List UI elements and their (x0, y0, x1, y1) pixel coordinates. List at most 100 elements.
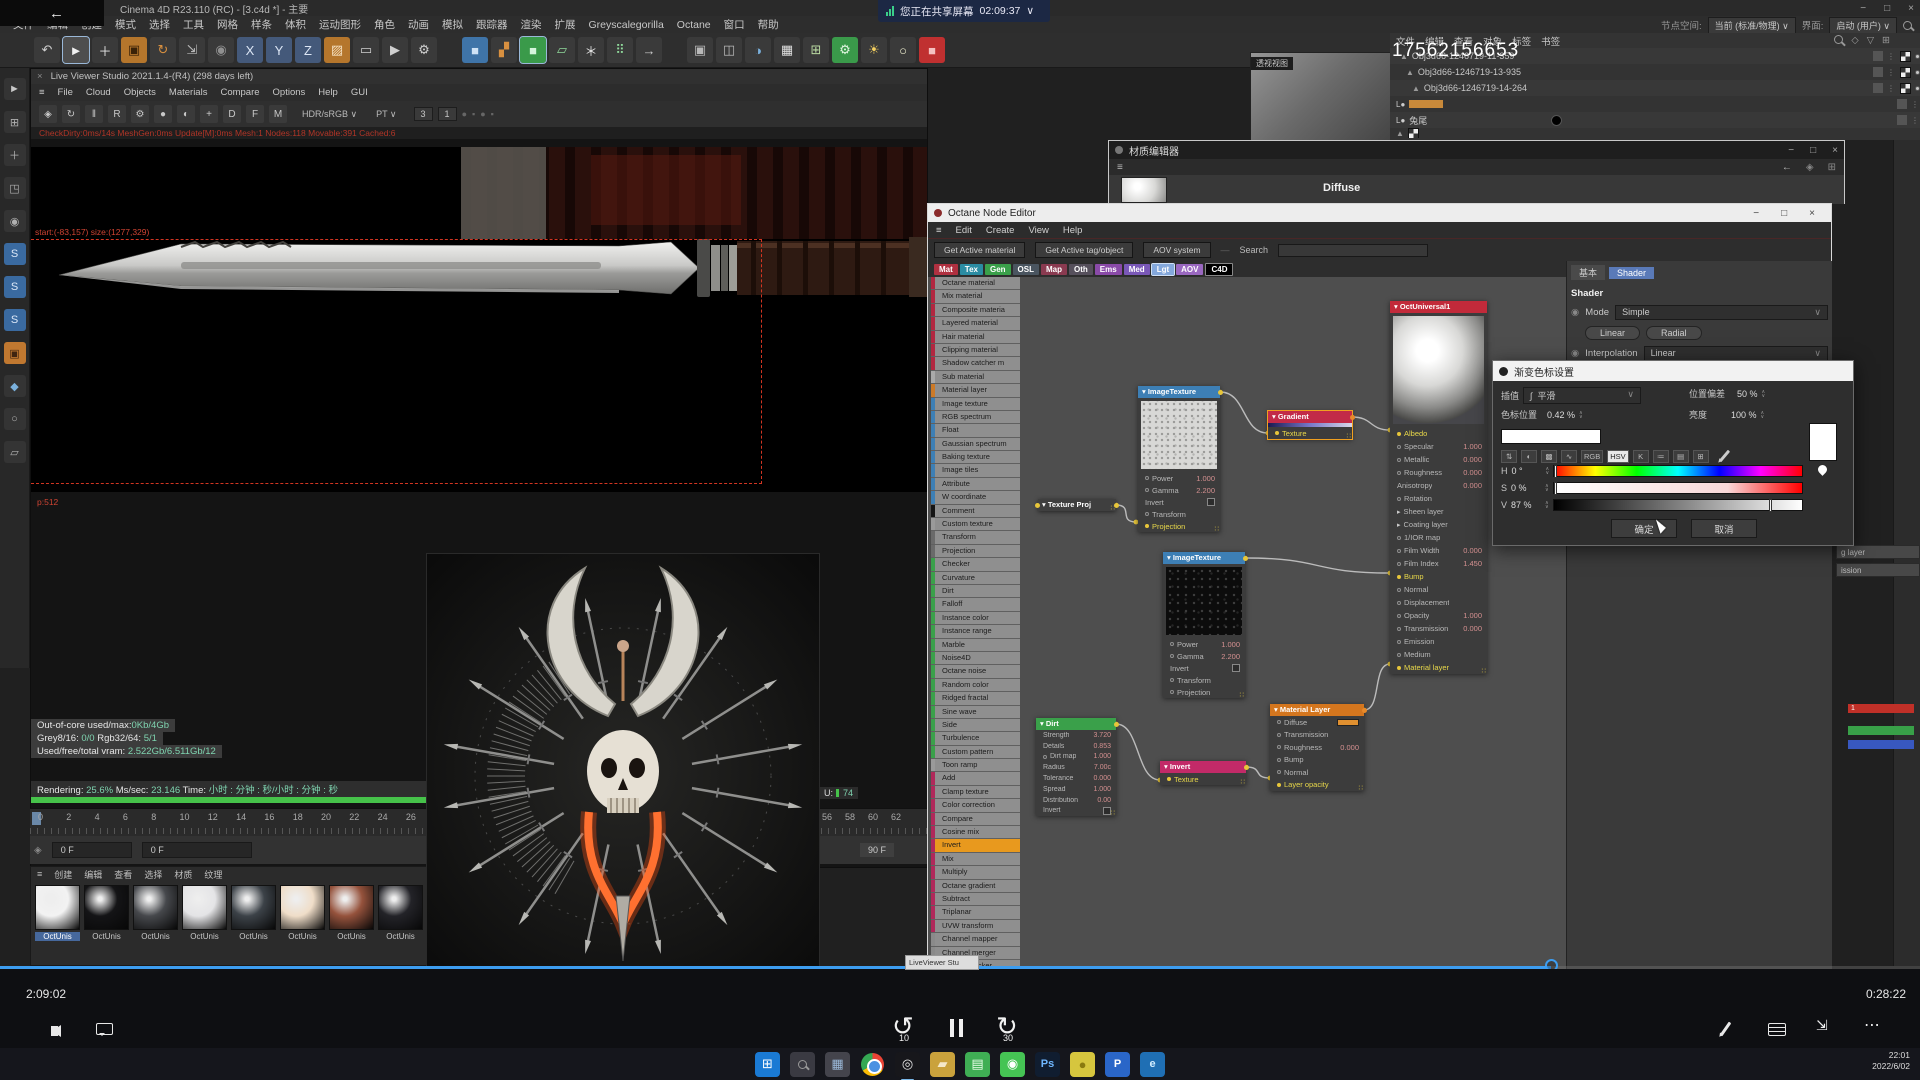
mm-menu-纹理[interactable]: 纹理 (204, 868, 222, 881)
param-projection[interactable]: Projection (1138, 520, 1220, 532)
taskbar-icon-widgets[interactable]: ▦ (825, 1052, 850, 1077)
layout-icon[interactable]: ⊞ (1882, 35, 1890, 46)
hamburger-icon[interactable]: ≡ (37, 869, 42, 879)
node-type-noise4d[interactable]: Noise4D (931, 652, 1020, 664)
node-header[interactable]: ▾ ImageTexture (1138, 386, 1220, 398)
mm-menu-编辑[interactable]: 编辑 (84, 868, 102, 881)
param-material-layer[interactable]: Material layer (1390, 661, 1487, 674)
node-type-channel-inverter[interactable]: Channel inverter (931, 973, 1020, 985)
node-type-instance-color[interactable]: Instance color (931, 612, 1020, 624)
interpolation-dropdown[interactable]: ∫ 平滑∨ (1523, 387, 1641, 404)
toolbar-icon-scale[interactable]: ⇲ (179, 37, 205, 63)
frame-end-field[interactable]: 90 F (860, 843, 894, 857)
node-type-image-texture[interactable]: Image texture (931, 398, 1020, 410)
menu-工具[interactable]: 工具 (183, 17, 204, 32)
node-type-projection[interactable]: Projection (931, 545, 1020, 557)
lv-menu-cloud[interactable]: Cloud (86, 87, 111, 98)
node-type-image-tiles[interactable]: Image tiles (931, 464, 1020, 476)
om-row-5[interactable]: ▲ (1390, 128, 1920, 138)
interpolation-dropdown[interactable]: Linear∨ (1644, 346, 1828, 361)
node-type-random-color[interactable]: Random color (931, 679, 1020, 691)
node-type-channel-mapper[interactable]: Channel mapper (931, 933, 1020, 945)
node-type-curvature[interactable]: Curvature (931, 572, 1020, 584)
param-power[interactable]: Power1.000 (1138, 472, 1220, 484)
left-toolbar-icon-grid[interactable]: ⊞ (4, 111, 26, 133)
node-type-sine-wave[interactable]: Sine wave (931, 706, 1020, 718)
value-value[interactable]: 87 % (1511, 500, 1541, 510)
toolbar-icon-environment-sphere[interactable]: ◑ (745, 37, 771, 63)
node-type-checker[interactable]: Checker (931, 558, 1020, 570)
taskbar-icon-recorder[interactable]: ◎ (895, 1052, 920, 1077)
node-header[interactable]: ▾ Gradient (1268, 411, 1352, 423)
node-imagetexture-2[interactable]: ▾ ImageTexturePower1.000Gamma2.200Invert… (1163, 552, 1245, 698)
colormode-≔[interactable]: ≔ (1653, 450, 1669, 463)
colormode-▤[interactable]: ▤ (1673, 450, 1689, 463)
stepper[interactable]: ∧∨ (1762, 390, 1766, 398)
toolbar-icon-selection-lock[interactable]: ◉ (208, 37, 234, 63)
left-toolbar-icon-region[interactable]: ◳ (4, 177, 26, 199)
node-type-ridged-fractal[interactable]: Ridged fractal (931, 692, 1020, 704)
param-anisotropy[interactable]: Anisotropy0.000 (1390, 479, 1487, 492)
left-toolbar-icon-blue-diamond[interactable]: ◆ (4, 375, 26, 397)
colormode-⇅[interactable]: ⇅ (1501, 450, 1517, 463)
om-menu-书签[interactable]: 书签 (1541, 34, 1560, 48)
material-preview-sphere[interactable] (1121, 177, 1167, 203)
lv-menu-options[interactable]: Options (273, 87, 306, 98)
taskbar-icon-notes[interactable]: ▤ (965, 1052, 990, 1077)
node-type-octane-gradient[interactable]: Octane gradient (931, 880, 1020, 892)
param-opacity[interactable]: Opacity1.000 (1390, 609, 1487, 622)
toolbar-icon-plane-green[interactable]: ▱ (549, 37, 575, 63)
om-row-4[interactable]: L●兔尾⋮ (1390, 112, 1920, 128)
material-thumb-3[interactable]: OctUnis (182, 885, 227, 941)
node-type-comment[interactable]: Comment (931, 505, 1020, 517)
taskbar-icon-explorer[interactable]: ▰ (930, 1052, 955, 1077)
left-toolbar-icon-sub-s1[interactable]: S (4, 243, 26, 265)
category-chip-Ems[interactable]: Ems (1095, 264, 1122, 275)
toolbar-icon-bulb[interactable]: ○ (890, 37, 916, 63)
param-radius[interactable]: Radius7.00c (1036, 762, 1116, 773)
toolbar-icon-axis-x[interactable]: X (237, 37, 263, 63)
ne-button-1[interactable]: Get Active tag/object (1035, 242, 1133, 258)
param-power[interactable]: Power1.000 (1163, 638, 1245, 650)
volume-button[interactable] (46, 1025, 61, 1037)
comment-button[interactable] (96, 1023, 113, 1035)
node-type-w-coordinate[interactable]: W coordinate (931, 491, 1020, 503)
node-type-triplanar[interactable]: Triplanar (931, 906, 1020, 918)
category-chip-Lgt[interactable]: Lgt (1152, 264, 1174, 275)
color-swatch[interactable] (1337, 719, 1359, 726)
node-type-mix[interactable]: Mix (931, 853, 1020, 865)
param-invert[interactable]: Invert (1163, 662, 1245, 674)
node-type-attribute[interactable]: Attribute (931, 478, 1020, 490)
toolbar-icon-live-selection[interactable]: ► (63, 37, 89, 63)
resize-handle[interactable]: ∷ (1111, 809, 1115, 817)
frame-current-field[interactable]: 0 F (142, 842, 252, 858)
param-dirt-map[interactable]: Dirt map1.000 (1036, 752, 1116, 763)
node-type-compare[interactable]: Compare (931, 813, 1020, 825)
ne-menu-create[interactable]: Create (986, 225, 1015, 236)
material-thumb-7[interactable]: OctUnis (378, 885, 423, 941)
node-type-octane-noise[interactable]: Octane noise (931, 665, 1020, 677)
toolbar-icon-sun[interactable]: ☀ (861, 37, 887, 63)
param-diffuse[interactable]: Diffuse (1270, 716, 1364, 729)
node-type-shadow-catcher-m[interactable]: Shadow catcher m (931, 357, 1020, 369)
layer-color-green[interactable] (1848, 726, 1914, 735)
param-tolerance[interactable]: Tolerance0.000 (1036, 773, 1116, 784)
left-toolbar-icon-orange-box[interactable]: ▣ (4, 342, 26, 364)
colormode-⊞[interactable]: ⊞ (1693, 450, 1709, 463)
lv-toolbar-icon-1[interactable]: ↻ (62, 105, 80, 123)
menu-Greyscalegorilla[interactable]: Greyscalegorilla (589, 19, 664, 31)
toolbar-icon-spline-arrow[interactable]: → (636, 37, 662, 63)
param-metallic[interactable]: Metallic0.000 (1390, 453, 1487, 466)
param-medium[interactable]: Medium (1390, 648, 1487, 661)
saturation-slider[interactable] (1553, 482, 1803, 494)
close-button[interactable]: × (1908, 3, 1914, 14)
ne-menu-help[interactable]: Help (1063, 225, 1083, 236)
toolbar-icon-axis-z[interactable]: Z (295, 37, 321, 63)
maximize-button[interactable]: □ (1884, 3, 1890, 14)
toolbar-icon-render-settings[interactable]: ⚙ (411, 37, 437, 63)
param-1/ior-map[interactable]: 1/IOR map (1390, 531, 1487, 544)
interface-dropdown[interactable]: 启动 (用户) ∨ (1829, 17, 1897, 34)
hue-value[interactable]: 0 ° (1512, 466, 1542, 476)
menu-渲染[interactable]: 渲染 (521, 17, 542, 32)
hue-slider[interactable] (1553, 465, 1803, 477)
